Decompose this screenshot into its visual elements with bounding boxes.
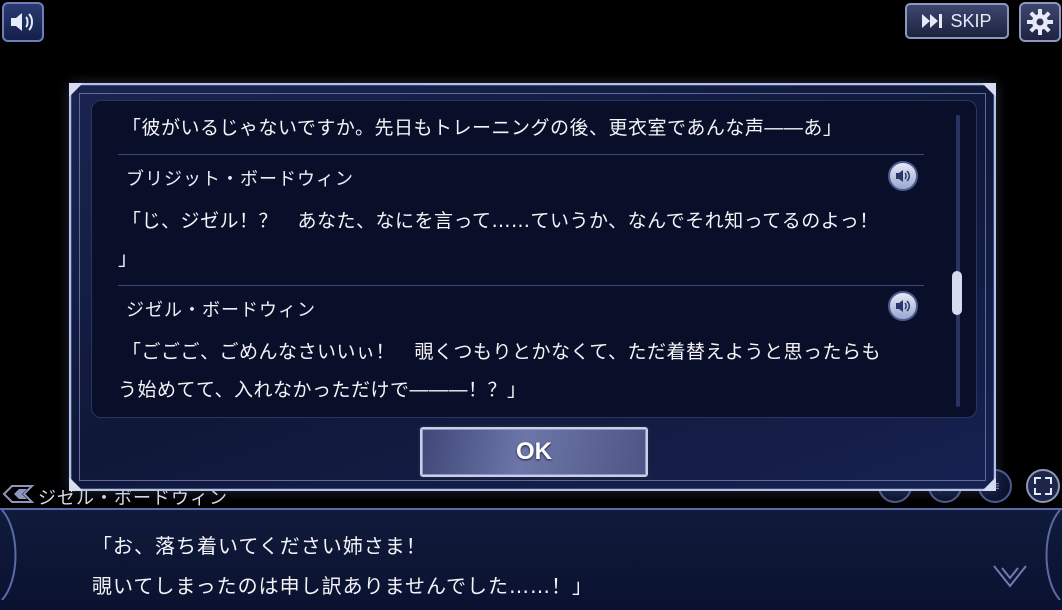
corner-ornament-icon	[982, 83, 996, 97]
log-entry-2-line-1: 「じ、ジゼル！？ あなた、なにを言って……ていうか、なんでそれ知ってるのよっ！	[122, 210, 879, 232]
speaker-icon	[11, 13, 33, 31]
ok-button[interactable]: OK	[420, 427, 648, 477]
sound-toggle-button[interactable]	[2, 2, 44, 42]
skip-button[interactable]: SKIP	[905, 3, 1009, 39]
log-entry-1-line-1: 「彼がいるじゃないですか。先日もトレーニングの後、更衣室であんな声――あ」	[122, 117, 843, 139]
backlog-modal: 「彼がいるじゃないですか。先日もトレーニングの後、更衣室であんな声――あ」 ブリ…	[69, 83, 996, 491]
dialogue-line-2: 覗いてしまったのは申し訳ありませんでした……！」	[92, 574, 593, 598]
dialogue-frame-ornament-left	[1, 510, 17, 600]
dialogue-frame-ornament-right	[1045, 510, 1061, 600]
speaker-icon	[896, 300, 910, 312]
ok-label: OK	[516, 438, 552, 465]
log-divider	[118, 154, 924, 155]
fullscreen-button[interactable]	[1026, 469, 1060, 503]
voice-replay-button[interactable]	[888, 291, 918, 321]
dialogue-line-1: 「お、落ち着いてください姉さま！	[92, 534, 427, 558]
log-entry-2-line-2: 」	[118, 248, 138, 270]
log-entry-2-speaker: ブリジット・ボードウィン	[126, 169, 354, 190]
settings-button[interactable]	[1019, 2, 1061, 42]
speaker-tag-icon	[2, 485, 34, 503]
voice-replay-button[interactable]	[888, 161, 918, 191]
next-indicator-icon	[993, 565, 1027, 588]
scrollbar-track[interactable]	[956, 115, 960, 407]
speaker-icon	[896, 170, 910, 182]
backlog-list[interactable]: 「彼がいるじゃないですか。先日もトレーニングの後、更衣室であんな声――あ」 ブリ…	[91, 100, 977, 418]
corner-ornament-icon	[69, 477, 83, 491]
dialogue-box[interactable]: 「お、落ち着いてください姉さま！ 覗いてしまったのは申し訳ありませんでした……！…	[0, 508, 1062, 610]
skip-label: SKIP	[950, 10, 992, 31]
expand-icon	[1034, 477, 1052, 495]
log-divider	[118, 285, 924, 286]
log-entry-3-line-2: う始めてて、入れなかっただけで―――！？」	[118, 379, 527, 401]
scrollbar-thumb[interactable]	[952, 271, 962, 315]
log-entry-3-line-1: 「ごごご、ごめんなさいいぃ！ 覗くつもりとかなくて、ただ着替えようと思ったらも	[122, 341, 881, 363]
fast-forward-icon	[922, 14, 943, 28]
log-entry-3-speaker: ジゼル・ボードウィン	[126, 300, 316, 321]
gear-icon	[1027, 9, 1053, 35]
corner-ornament-icon	[982, 477, 996, 491]
corner-ornament-icon	[69, 83, 83, 97]
